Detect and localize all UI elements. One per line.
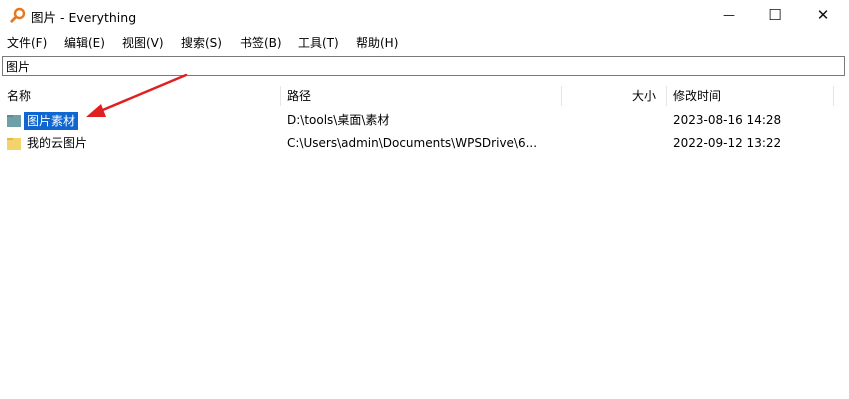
column-modified-header[interactable]: 修改时间 (673, 84, 721, 108)
menu-file[interactable]: 文件(F) (7, 34, 47, 51)
menu-search[interactable]: 搜索(S) (181, 34, 222, 51)
name-cell: 我的云图片 (7, 133, 87, 154)
menu-tools[interactable]: 工具(T) (298, 34, 339, 51)
file-modified: 2023-08-16 14:28 (673, 113, 782, 127)
search-box (2, 56, 845, 76)
window-title: 图片 - Everything (31, 10, 137, 25)
folder-teal-icon (7, 114, 21, 127)
column-header: 名称 路径 大小 修改时间 (0, 84, 849, 108)
name-cell: 图片素材 (7, 110, 79, 131)
maximize-button[interactable]: ☐ (752, 0, 798, 30)
file-modified: 2022-09-12 13:22 (673, 136, 782, 150)
maximize-icon: ☐ (768, 6, 782, 24)
folder-yellow-icon (7, 137, 21, 150)
minimize-icon: — (723, 8, 735, 22)
file-name: 图片素材 (24, 111, 79, 130)
menu-bookmarks[interactable]: 书签(B) (240, 34, 282, 51)
column-name-header[interactable]: 名称 (7, 84, 31, 108)
result-row[interactable]: 图片素材 D:\tools\桌面\素材 2023-08-16 14:28 (0, 110, 849, 131)
close-icon: ✕ (816, 6, 830, 24)
result-row[interactable]: 我的云图片 C:\Users\admin\Documents\WPSDrive\… (0, 133, 849, 154)
column-path-header[interactable]: 路径 (287, 84, 311, 108)
title-bar: 图片 - Everything — ☐ ✕ (0, 0, 849, 30)
menu-view[interactable]: 视图(V) (122, 34, 164, 51)
menu-bar: 文件(F) 编辑(E) 视图(V) 搜索(S) 书签(B) 工具(T) 帮助(H… (0, 31, 849, 53)
results-empty-area[interactable] (0, 160, 849, 399)
column-divider[interactable] (561, 86, 562, 106)
menu-help[interactable]: 帮助(H) (356, 34, 398, 51)
column-divider[interactable] (666, 86, 667, 106)
column-divider[interactable] (280, 86, 281, 106)
close-button[interactable]: ✕ (800, 0, 846, 30)
minimize-button[interactable]: — (706, 0, 752, 30)
file-path: D:\tools\桌面\素材 (287, 113, 390, 127)
column-size-header[interactable]: 大小 (632, 84, 656, 108)
file-name: 我的云图片 (27, 136, 88, 150)
menu-edit[interactable]: 编辑(E) (64, 34, 105, 51)
everything-app-icon (10, 7, 26, 23)
search-input[interactable] (3, 57, 844, 75)
column-divider[interactable] (833, 86, 834, 106)
file-path: C:\Users\admin\Documents\WPSDrive\6... (287, 136, 538, 150)
